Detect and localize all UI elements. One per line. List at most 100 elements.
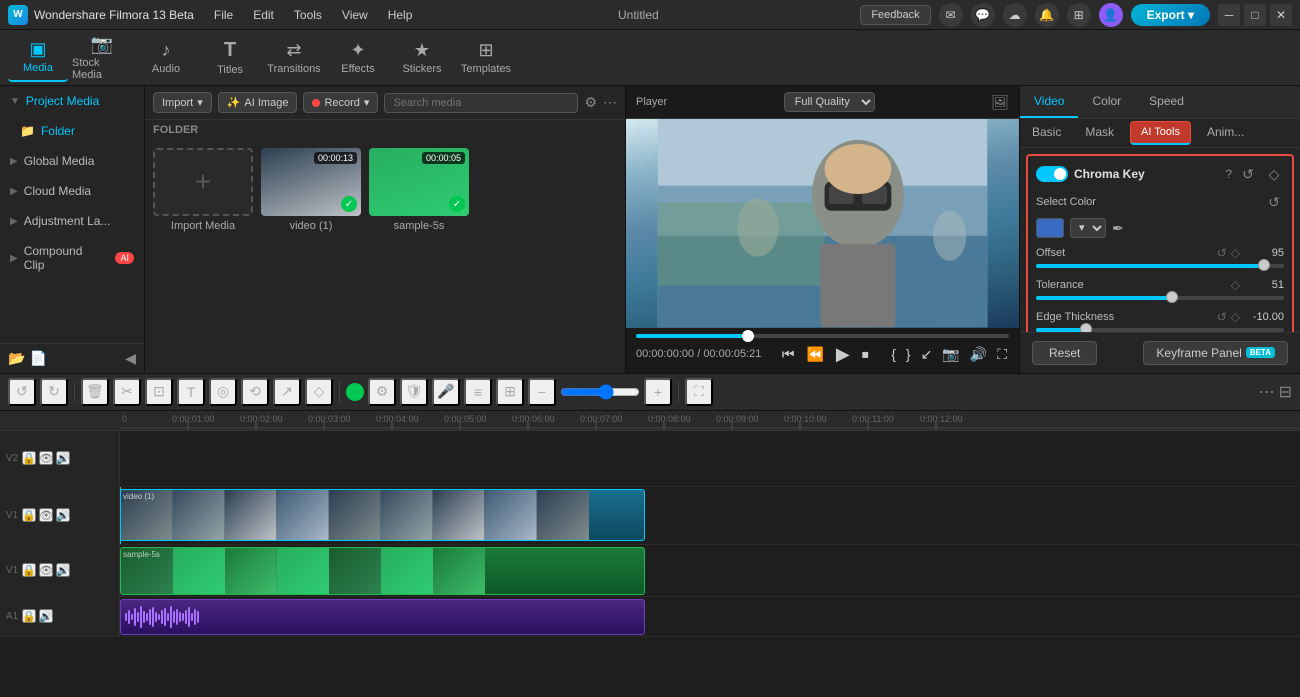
layout-button[interactable]: ⊟ xyxy=(1279,382,1292,402)
crop-button[interactable]: ⊡ xyxy=(145,378,173,406)
tool-audio[interactable]: ♪ Audio xyxy=(136,34,196,82)
import-button[interactable]: Import ▾ xyxy=(153,92,212,113)
chat-icon[interactable]: 💬 xyxy=(971,3,995,27)
track-mute-v1[interactable]: 👁 xyxy=(39,508,53,522)
edge-thickness-handle[interactable] xyxy=(1080,323,1092,332)
fullscreen-button[interactable]: ⛶ xyxy=(995,344,1009,365)
menu-file[interactable]: File xyxy=(210,6,237,24)
sidebar-item-adjustment-layer[interactable]: ▶ Adjustment La... xyxy=(0,206,144,236)
track-content-v1[interactable]: video (1) xyxy=(120,487,1300,544)
import-media-thumb[interactable]: + xyxy=(153,148,253,216)
reset-button[interactable]: Reset xyxy=(1032,341,1097,365)
menu-help[interactable]: Help xyxy=(384,6,417,24)
tool-stock[interactable]: 📷 Stock Media xyxy=(72,34,132,82)
redo-button[interactable]: ↻ xyxy=(40,378,68,406)
video-clip-v1[interactable]: video (1) xyxy=(120,489,645,541)
cloud-icon[interactable]: ☁ xyxy=(1003,3,1027,27)
plus-button[interactable]: + xyxy=(644,378,672,406)
feedback-button[interactable]: Feedback xyxy=(860,5,930,25)
expand-button[interactable]: ⛶ xyxy=(685,378,713,406)
offset-diamond-button[interactable]: ◇ xyxy=(1231,246,1240,260)
screenshot-btn2[interactable]: 🔊 xyxy=(968,344,989,365)
tool-templates[interactable]: ⊞ Templates xyxy=(456,34,516,82)
progress-bar[interactable] xyxy=(636,334,1009,338)
chroma-key-reset-button[interactable]: ↺ xyxy=(1238,164,1258,184)
skip-back-button[interactable]: ⏮ xyxy=(780,344,797,365)
tolerance-diamond-button[interactable]: ◇ xyxy=(1231,278,1240,292)
video-clip-v1b[interactable]: sample-5s xyxy=(120,547,645,595)
media-item-video1[interactable]: 00:00:13 ✓ video (1) xyxy=(261,148,361,232)
edge-thickness-diamond-button[interactable]: ◇ xyxy=(1231,310,1240,324)
menu-edit[interactable]: Edit xyxy=(249,6,278,24)
maximize-button[interactable]: □ xyxy=(1244,4,1266,26)
tool-effects[interactable]: ✦ Effects xyxy=(328,34,388,82)
minimize-button[interactable]: ─ xyxy=(1218,4,1240,26)
more-button[interactable]: ⋯ xyxy=(1259,382,1275,402)
search-input[interactable] xyxy=(384,93,578,113)
color-swatch[interactable] xyxy=(1036,218,1064,238)
text-button[interactable]: T xyxy=(177,378,205,406)
user-avatar[interactable]: 👤 xyxy=(1099,3,1123,27)
track-solo-v1[interactable]: 🔊 xyxy=(56,508,70,522)
menu-tools[interactable]: Tools xyxy=(290,6,326,24)
notification-icon[interactable]: ✉ xyxy=(939,3,963,27)
preview-settings-icon[interactable]: 🖼 xyxy=(991,94,1009,111)
track-content-v2[interactable] xyxy=(120,431,1300,486)
sidebar-item-project-media[interactable]: ▼ Project Media xyxy=(0,86,144,116)
arrow-button[interactable]: ↗ xyxy=(273,378,301,406)
track-solo-v2[interactable]: 🔊 xyxy=(56,451,70,465)
track-content-a1[interactable]: // Generate waveform bars xyxy=(120,597,1300,636)
keyframe-panel-button[interactable]: Keyframe Panel BETA xyxy=(1143,341,1288,365)
rotate-button[interactable]: ⟲ xyxy=(241,378,269,406)
sub-tab-anim[interactable]: Anim... xyxy=(1195,119,1256,147)
tool-transitions[interactable]: ⇄ Transitions xyxy=(264,34,324,82)
media-import-item[interactable]: + Import Media xyxy=(153,148,253,232)
chroma-key-toggle[interactable] xyxy=(1036,166,1068,182)
offset-reset-button[interactable]: ↺ xyxy=(1217,246,1227,260)
sidebar-item-compound-clip[interactable]: ▶ Compound Clip AI xyxy=(0,236,144,280)
bell-icon[interactable]: 🔔 xyxy=(1035,3,1059,27)
track-lock-v1[interactable]: 🔒 xyxy=(22,508,36,522)
track-mute-v2[interactable]: 👁 xyxy=(39,451,53,465)
track-content-v1b[interactable]: sample-5s xyxy=(120,545,1300,596)
progress-handle[interactable] xyxy=(742,330,754,342)
edge-thickness-reset-button[interactable]: ↺ xyxy=(1217,310,1227,324)
stop-button[interactable]: ⏹ xyxy=(860,344,871,365)
quality-select[interactable]: Full Quality Half Quality xyxy=(784,92,875,112)
delete-button[interactable]: 🗑 xyxy=(81,378,109,406)
track-mute-v1b[interactable]: 👁 xyxy=(39,563,53,577)
tolerance-slider[interactable] xyxy=(1036,296,1284,300)
mark-in-button[interactable]: { xyxy=(889,344,898,364)
sub-tab-mask[interactable]: Mask xyxy=(1073,119,1126,147)
track-mute-a1[interactable]: 🔊 xyxy=(39,609,53,623)
list-button[interactable]: ≡ xyxy=(464,378,492,406)
circle-button[interactable]: ◎ xyxy=(209,378,237,406)
chroma-key-diamond-button[interactable]: ◇ xyxy=(1264,164,1284,184)
screenshot-button[interactable]: 📷 xyxy=(940,344,961,365)
record-button[interactable]: Record ▾ xyxy=(303,92,378,113)
minus-button[interactable]: − xyxy=(528,378,556,406)
offset-handle[interactable] xyxy=(1258,259,1270,271)
tool-stickers[interactable]: ★ Stickers xyxy=(392,34,452,82)
sub-tab-ai-tools[interactable]: AI Tools xyxy=(1130,121,1191,145)
diamond-button[interactable]: ◇ xyxy=(305,378,333,406)
filter-icon[interactable]: ⚙ xyxy=(584,94,597,111)
track-lock-v1b[interactable]: 🔒 xyxy=(22,563,36,577)
play-button[interactable]: ▶ xyxy=(834,342,852,367)
tab-color[interactable]: Color xyxy=(1078,86,1135,118)
tab-video[interactable]: Video xyxy=(1020,86,1078,118)
eyedropper-button[interactable]: ✒ xyxy=(1112,220,1124,237)
more-options-icon[interactable]: ⋯ xyxy=(603,94,617,111)
media-item-sample5s[interactable]: 00:00:05 ✓ sample-5s xyxy=(369,148,469,232)
offset-slider[interactable] xyxy=(1036,264,1284,268)
mark-out-button[interactable]: } xyxy=(904,344,913,364)
cut-button[interactable]: ✂ xyxy=(113,378,141,406)
ai-image-button[interactable]: ✨ AI Image xyxy=(218,92,298,113)
tab-speed[interactable]: Speed xyxy=(1135,86,1198,118)
mic-button[interactable]: 🎤 xyxy=(432,378,460,406)
color-dropdown[interactable]: ▾ xyxy=(1070,218,1106,238)
sidebar-item-global-media[interactable]: ▶ Global Media xyxy=(0,146,144,176)
undo-button[interactable]: ↺ xyxy=(8,378,36,406)
tolerance-handle[interactable] xyxy=(1166,291,1178,303)
zoom-slider[interactable] xyxy=(560,384,640,400)
